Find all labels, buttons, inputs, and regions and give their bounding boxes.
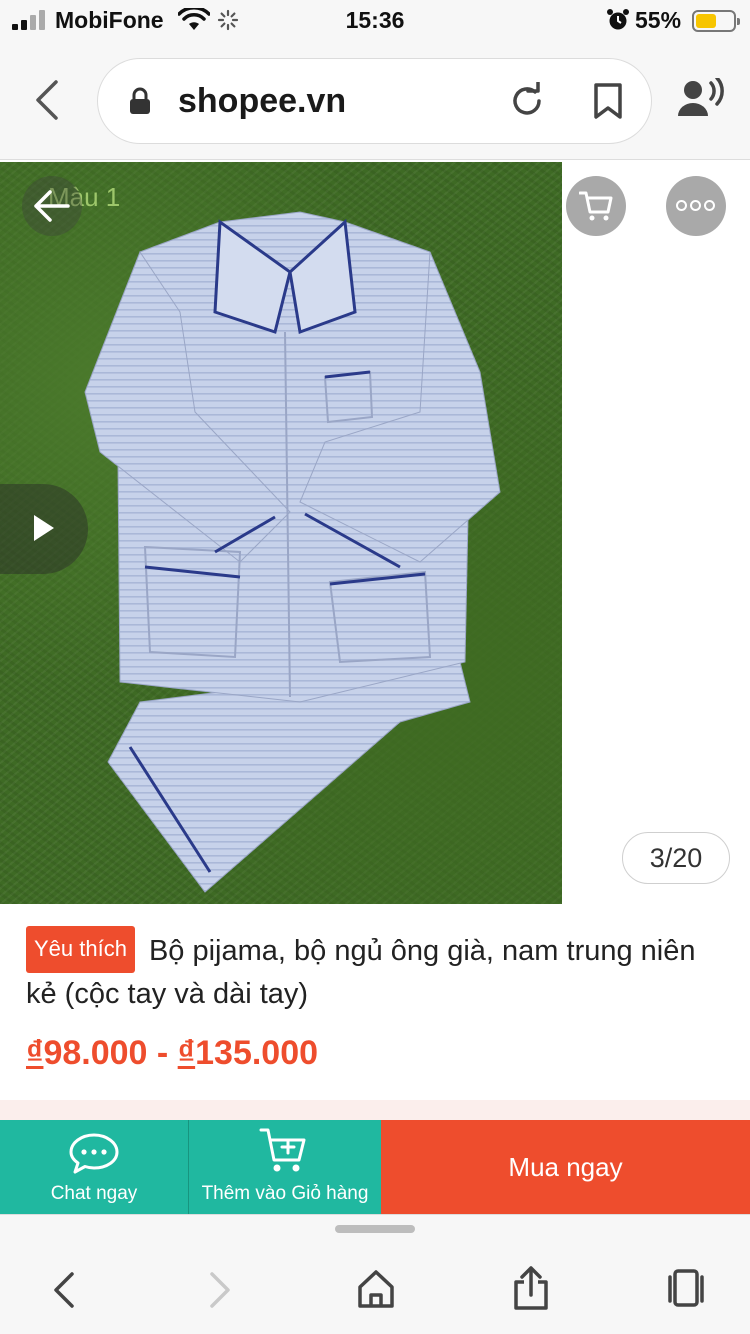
buy-now-button[interactable]: Mua ngay [381,1120,750,1214]
status-bar: MobiFone 15:36 55% [0,0,750,42]
image-counter: 3/20 [622,832,730,884]
price-range: ₫98.000 - ₫135.000 [26,1034,318,1073]
battery-percent: 55% [635,7,682,33]
play-icon [34,515,54,541]
bookmark-icon[interactable] [592,82,624,120]
forward-icon [210,1272,230,1308]
share-icon[interactable] [512,1265,550,1311]
currency-symbol: ₫ [177,1034,196,1072]
back-icon[interactable] [30,78,66,122]
action-bar: Chat ngay Thêm vào Giỏ hàng Mua ngay [0,1120,750,1214]
more-icon [676,200,687,211]
reload-icon[interactable] [508,82,546,120]
favorite-badge: Yêu thích [26,926,135,973]
battery-level [696,14,716,28]
more-icon-dot [704,200,715,211]
cart-button[interactable] [566,176,626,236]
more-button[interactable] [666,176,726,236]
alarm-icon [607,9,629,30]
product-info: Yêu thích Bộ pijama, bộ ngủ ông già, nam … [0,904,750,1100]
price-min: 98.000 [43,1034,148,1072]
currency-symbol: ₫ [26,1034,44,1072]
cart-icon [579,191,613,221]
home-icon[interactable] [357,1269,395,1309]
chat-icon [69,1133,119,1174]
browser-header: shopee.vn [0,42,750,160]
next-section-peek [0,1100,750,1120]
tabs-icon[interactable] [666,1269,706,1309]
product-image[interactable]: Màu 1 [0,162,562,904]
back-arrow-icon[interactable] [22,176,82,236]
video-button[interactable] [0,484,88,574]
address-bar[interactable]: shopee.vn [97,58,652,144]
add-to-cart-icon [259,1128,306,1172]
more-icon-dot [690,200,701,211]
browser-toolbar [0,1214,750,1334]
chat-label: Chat ngay [50,1183,138,1204]
price-separator: - [147,1034,178,1072]
image-side-area [562,162,750,904]
url-text: shopee.vn [178,82,347,120]
battery-icon [692,10,740,32]
product-title-row: Yêu thích Bộ pijama, bộ ngủ ông già, nam … [26,926,726,1015]
toolbar-handle[interactable] [335,1225,415,1233]
voice-icon[interactable] [677,78,727,118]
add-to-cart-button[interactable]: Thêm vào Giỏ hàng [188,1120,381,1214]
add-to-cart-label: Thêm vào Giỏ hàng [201,1183,369,1204]
back-icon[interactable] [52,1271,76,1309]
price-max: 135.000 [195,1034,319,1072]
lock-icon [130,87,150,114]
chat-button[interactable]: Chat ngay [0,1120,188,1214]
